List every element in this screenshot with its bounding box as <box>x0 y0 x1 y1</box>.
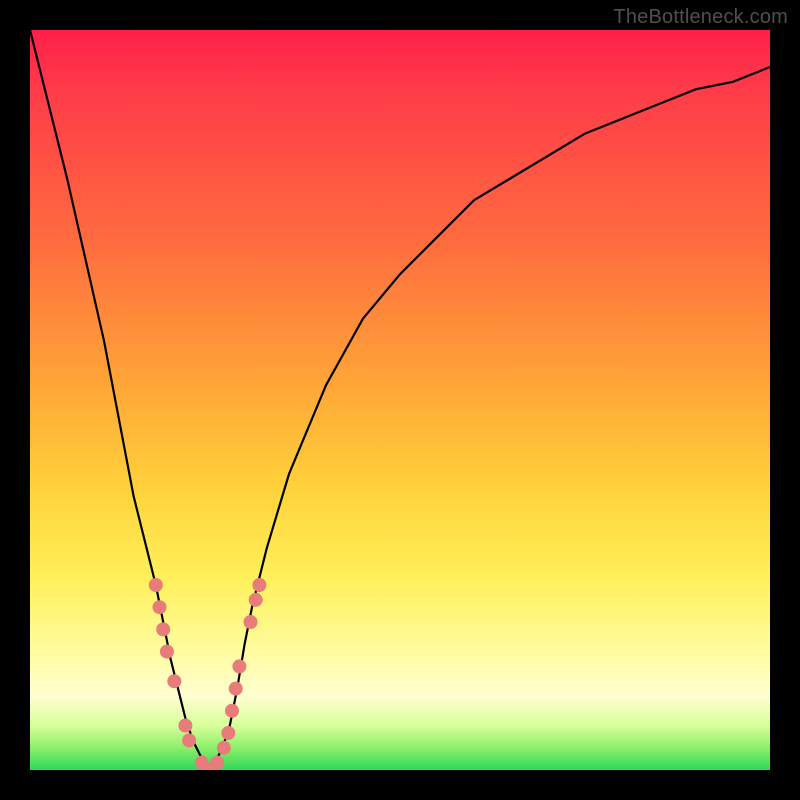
curve-marker <box>178 719 192 733</box>
curve-marker <box>252 578 266 592</box>
curve-marker <box>167 674 181 688</box>
curve-marker <box>225 704 239 718</box>
curve-marker <box>153 600 167 614</box>
curve-layer <box>30 30 770 770</box>
curve-markers <box>149 578 267 770</box>
curve-marker <box>160 645 174 659</box>
bottleneck-curve <box>30 30 770 770</box>
curve-marker <box>232 659 246 673</box>
curve-marker <box>244 615 258 629</box>
curve-marker <box>149 578 163 592</box>
watermark-label: TheBottleneck.com <box>613 6 788 29</box>
curve-marker <box>156 622 170 636</box>
curve-marker <box>182 733 196 747</box>
curve-marker <box>217 741 231 755</box>
chart-frame: TheBottleneck.com <box>0 0 800 800</box>
plot-area <box>30 30 770 770</box>
curve-marker <box>229 682 243 696</box>
curve-marker <box>210 756 224 770</box>
curve-marker <box>221 726 235 740</box>
bottleneck-curve-svg <box>30 30 770 770</box>
curve-marker <box>249 593 263 607</box>
